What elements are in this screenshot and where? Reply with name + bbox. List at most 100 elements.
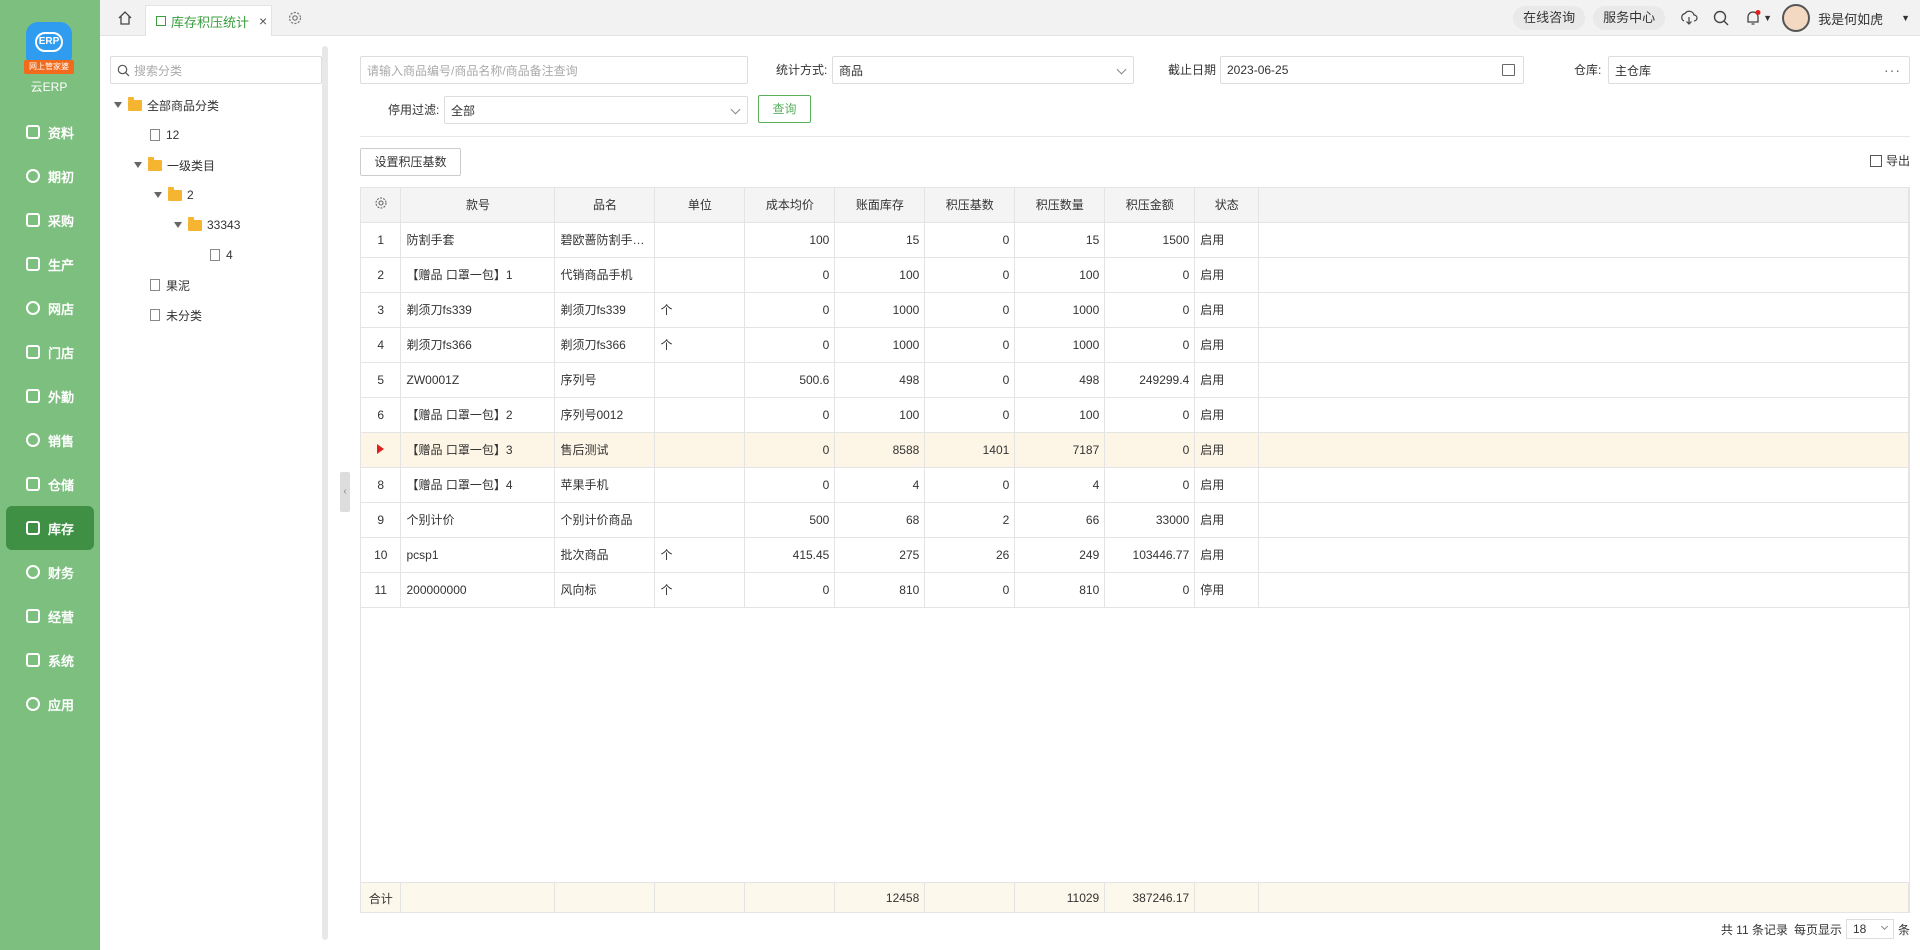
cell-cost: 500 — [744, 502, 836, 538]
sidebar-item-warehouse[interactable]: 仓储 — [0, 462, 100, 506]
cell-filler — [1258, 467, 1909, 503]
chevron-down-icon — [730, 104, 741, 115]
sidebar-item-finance[interactable]: 财务 — [0, 550, 100, 594]
table-row[interactable]: 【赠品 口罩一包】3 售后测试 0 8588 1401 7187 0 启用 — [361, 432, 1909, 468]
tree-node-4[interactable]: 4 — [210, 244, 233, 266]
close-icon[interactable]: × — [259, 13, 267, 29]
tab-inventory-overstock[interactable]: 库存积压统计 × — [145, 5, 272, 36]
sidebar-item-label: 财务 — [48, 565, 75, 581]
caret-down-icon[interactable] — [174, 222, 182, 228]
table-row[interactable]: 9 个别计价 个别计价商品 500 68 2 66 33000 启用 — [361, 502, 1909, 538]
table-row[interactable]: 10 pcsp1 批次商品个 415.45 275 26 249 103446.77 启用 — [361, 537, 1909, 573]
home-icon[interactable] — [118, 11, 132, 25]
set-overstock-base-button[interactable]: 设置积压基数 — [360, 148, 461, 176]
col-header-unit[interactable]: 单位 — [654, 188, 746, 223]
category-search-input[interactable]: 搜索分类 — [110, 56, 322, 84]
bell-icon[interactable] — [1744, 9, 1762, 27]
col-header-stock[interactable]: 账面库存 — [834, 188, 926, 223]
caret-down-icon[interactable] — [114, 102, 122, 108]
col-header-name[interactable]: 品名 — [554, 188, 656, 223]
sidebar-item-sales[interactable]: 销售 — [0, 418, 100, 462]
category-tree-panel: 搜索分类 全部商品分类 12 一级类目 2 33343 4 果泥 未分类 — [100, 36, 330, 950]
cell-qty: 1000 — [1014, 327, 1106, 363]
calendar-icon[interactable] — [1502, 64, 1515, 76]
col-header-code[interactable]: 款号 — [400, 188, 556, 223]
caret-down-icon[interactable] — [154, 192, 162, 198]
summary-cell — [1194, 883, 1260, 913]
cell-stock: 275 — [834, 537, 926, 573]
tree-node-label: 未分类 — [166, 308, 203, 323]
sidebar-item-store[interactable]: 门店 — [0, 330, 100, 374]
tree-node-12[interactable]: 12 — [150, 124, 179, 146]
cell-amount: 0 — [1104, 467, 1196, 503]
col-header-status[interactable]: 状态 — [1194, 188, 1260, 223]
col-header-base[interactable]: 积压基数 — [924, 188, 1016, 223]
cell-filler — [1258, 362, 1909, 398]
sidebar-item-online-store[interactable]: 网店 — [0, 286, 100, 330]
col-header-qty[interactable]: 积压数量 — [1014, 188, 1106, 223]
table-row[interactable]: 5 ZW0001Z 序列号 500.6 498 0 498 249299.4 启用 — [361, 362, 1909, 398]
chevron-down-icon[interactable]: ▼ — [1901, 13, 1910, 23]
per-page-select[interactable]: 18 — [1845, 919, 1894, 939]
sidebar-item-production[interactable]: 生产 — [0, 242, 100, 286]
caret-down-icon[interactable] — [134, 162, 142, 168]
warehouse-select[interactable]: 主仓库 ··· — [1608, 56, 1910, 84]
row-index: 4 — [361, 327, 402, 363]
table-row[interactable]: 3 剃须刀fs339 剃须刀fs339 个 0 1000 0 1000 0 启用 — [361, 292, 1909, 328]
sidebar-item-data[interactable]: 资料 — [0, 110, 100, 154]
cell-amount: 249299.4 — [1104, 362, 1196, 398]
system-icon — [26, 653, 40, 667]
table-row[interactable]: 2 【赠品 口罩一包】1 代销商品手机 0 100 0 100 0 启用 — [361, 257, 1909, 293]
export-button[interactable]: 导出 — [1869, 152, 1910, 169]
disabled-filter-select[interactable]: 全部 — [444, 96, 748, 124]
query-button[interactable]: 查询 — [758, 95, 811, 123]
column-settings-button[interactable] — [361, 188, 402, 223]
more-icon[interactable]: ··· — [1884, 62, 1901, 78]
file-icon — [150, 309, 160, 321]
tree-node-level1[interactable]: 一级类目 — [134, 154, 215, 176]
sidebar-item-purchase[interactable]: 采购 — [0, 198, 100, 242]
tree-scrollbar[interactable] — [322, 46, 328, 940]
sidebar-item-inventory[interactable]: 库存 — [6, 506, 94, 550]
sidebar-item-field[interactable]: 外勤 — [0, 374, 100, 418]
search-icon[interactable] — [1712, 9, 1730, 27]
sidebar: ERP 网上管家婆 云ERP 资料期初采购 生产 网店 门店 外勤 销售 仓储 库存财务经营系… — [0, 0, 100, 950]
deadline-date-input[interactable]: 2023-06-25 — [1220, 56, 1524, 84]
tree-node-guoni[interactable]: 果泥 — [150, 274, 190, 296]
app-logo[interactable]: ERP 网上管家婆 云ERP — [24, 22, 74, 94]
chevron-down-icon[interactable]: ▼ — [1763, 13, 1772, 23]
table-row[interactable]: 6 【赠品 口罩一包】2 序列号0012 0 100 0 100 0 启用 — [361, 397, 1909, 433]
table-row[interactable]: 1 防割手套 碧欧蔷防割手… 100 15 0 15 1500 启用 — [361, 222, 1909, 258]
avatar[interactable] — [1782, 4, 1811, 32]
tree-node-2[interactable]: 2 — [154, 184, 194, 206]
tree-node-all-categories[interactable]: 全部商品分类 — [114, 94, 219, 116]
cell-qty: 66 — [1014, 502, 1106, 538]
stat-mode-select[interactable]: 商品 — [832, 56, 1134, 84]
cell-base: 0 — [924, 257, 1016, 293]
username[interactable]: 我是何如虎 — [1818, 9, 1883, 28]
cloud-download-icon[interactable] — [1680, 9, 1698, 27]
product-search-input[interactable]: 请输入商品编号/商品名称/商品备注查询 — [360, 56, 748, 84]
online-consult-button[interactable]: 在线咨询 — [1513, 6, 1586, 30]
cell-unit — [654, 432, 746, 468]
sidebar-item-label: 期初 — [48, 169, 75, 185]
col-header-cost[interactable]: 成本均价 — [744, 188, 836, 223]
summary-cell — [400, 883, 556, 913]
summary-qty: 11029 — [1014, 883, 1106, 913]
table-row[interactable]: 8 【赠品 口罩一包】4 苹果手机 0 4 0 4 0 启用 — [361, 467, 1909, 503]
sidebar-item-opening[interactable]: 期初 — [0, 154, 100, 198]
panel-collapse-handle[interactable]: ‹ — [340, 472, 350, 512]
sidebar-item-system[interactable]: 系统 — [0, 638, 100, 682]
cell-code: 【赠品 口罩一包】2 — [400, 397, 556, 433]
col-header-amount[interactable]: 积压金额 — [1104, 188, 1196, 223]
tree-node-uncategorized[interactable]: 未分类 — [150, 304, 202, 326]
cell-code: 个别计价 — [400, 502, 556, 538]
sidebar-item-business[interactable]: 经营 — [0, 594, 100, 638]
tree-node-33343[interactable]: 33343 — [174, 214, 240, 236]
table-row[interactable]: 11 200000000 风向标个 0 810 0 810 0 停用 — [361, 572, 1909, 608]
service-center-button[interactable]: 服务中心 — [1593, 6, 1666, 30]
table-row[interactable]: 4 剃须刀fs366 剃须刀fs366 个 0 1000 0 1000 0 启用 — [361, 327, 1909, 363]
cell-name: 序列号 — [554, 362, 656, 398]
gear-icon[interactable] — [287, 10, 303, 26]
sidebar-item-apps[interactable]: 应用 — [0, 682, 100, 726]
